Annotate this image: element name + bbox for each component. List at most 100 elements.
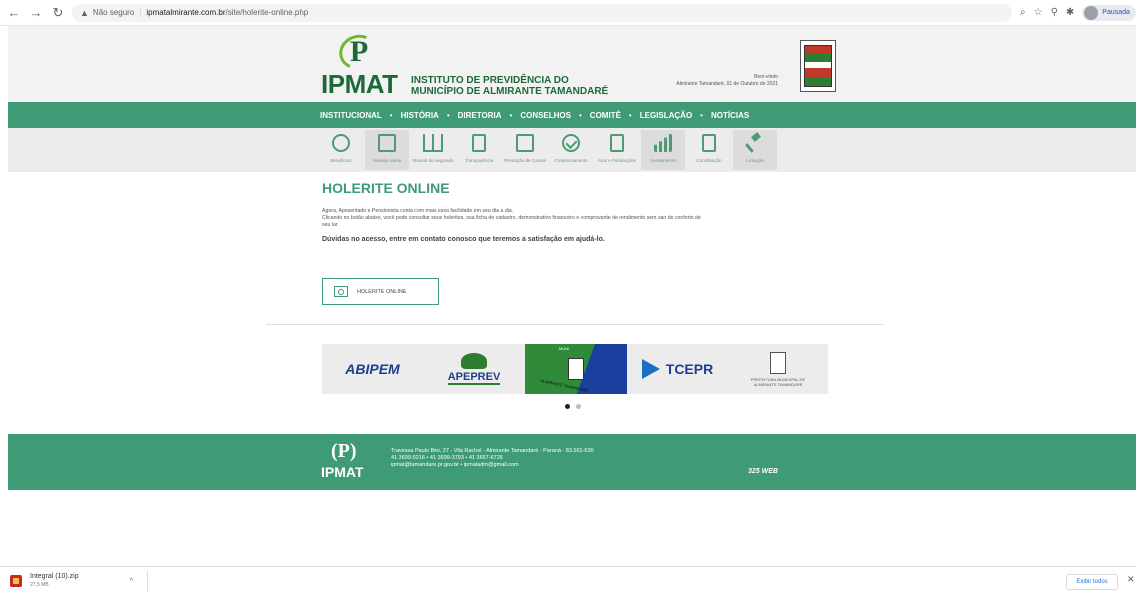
logo-word: IPMAT xyxy=(321,69,398,99)
footer-phones: 41 3699-5216 • 41 3699-3793 • 41 3657-67… xyxy=(391,455,503,461)
service-holerite-online[interactable]: Holerite online xyxy=(365,130,409,170)
bar-chart-icon xyxy=(654,134,672,152)
check-circle-icon xyxy=(562,134,580,152)
tce-arrow-icon xyxy=(641,359,660,379)
nav-separator: • xyxy=(389,110,393,120)
service-label: Benefícios xyxy=(330,158,352,163)
holerite-online-button[interactable]: HOLERITE ONLINE xyxy=(322,278,439,305)
star-icon[interactable]: ☆ xyxy=(1034,7,1043,18)
service-credenciamento[interactable]: Credenciamento xyxy=(549,130,593,170)
apeprev-logo: APEPREV xyxy=(447,371,501,385)
monitor-icon xyxy=(378,134,396,152)
nav-separator: • xyxy=(628,110,632,120)
nav-item-diretoria[interactable]: DIRETORIA xyxy=(458,111,502,120)
content-divider xyxy=(266,324,884,325)
munic-top-text: MUNI xyxy=(559,346,570,351)
nav-item-conselhos[interactable]: CONSELHOS xyxy=(520,111,571,120)
footer-credit[interactable]: 325 WEB xyxy=(748,468,778,475)
services-iconbar: Benefícios Holerite online Manual do seg… xyxy=(8,128,1136,172)
warning-icon: ▲ xyxy=(80,7,89,18)
intro-line-1: Agora, Aposentado e Pensionista conta co… xyxy=(322,208,514,214)
reload-icon[interactable]: ↻ xyxy=(48,3,68,23)
service-manual-segurado[interactable]: Manual do segurado xyxy=(411,130,455,170)
service-investimento[interactable]: Investimento xyxy=(641,130,685,170)
zip-file-icon xyxy=(10,575,22,587)
url-domain: ipmatalmirante.com.br xyxy=(146,8,226,17)
municipal-crest xyxy=(800,40,836,92)
municipal-crest xyxy=(568,358,584,380)
prefeitura-label: PREFEITURA MUNICIPAL DE ALMIRANTE TAMAND… xyxy=(738,377,818,387)
download-bar: Integral (10).zip 27,5 MB ^ Exibir todos… xyxy=(0,566,1136,594)
nav-item-institucional[interactable]: INSTITUCIONAL xyxy=(320,111,382,120)
service-label: Manual do segurado xyxy=(412,158,454,163)
service-atos-publicacoes[interactable]: Atos e Publicações xyxy=(595,130,639,170)
partner-abipem[interactable]: ABIPEM xyxy=(322,344,423,394)
back-icon[interactable]: ← xyxy=(4,3,24,23)
zoom-icon[interactable]: ⌕ xyxy=(1020,7,1026,18)
service-label: Credenciamento xyxy=(554,158,588,163)
service-licitacao[interactable]: Licitação xyxy=(733,130,777,170)
forward-icon[interactable]: → xyxy=(26,3,46,23)
footer-logo-word: IPMAT xyxy=(321,464,364,480)
prefeitura-line-2: ALMIRANTE TAMANDARÉ xyxy=(753,381,803,387)
ipmat-logo[interactable]: P IPMAT INSTITUTO DE PREVIDÊNCIA DO MUNI… xyxy=(321,29,611,99)
footer-contact: Travessa Paulo Bini, 27 - Vila Rachel - … xyxy=(391,448,594,469)
download-item[interactable]: Integral (10).zip 27,5 MB ^ xyxy=(6,571,148,591)
partner-apeprev[interactable]: APEPREV xyxy=(423,344,525,394)
intro-line-2: Clicando no botão abaixo, você pode cons… xyxy=(322,215,701,221)
service-prestacao-contas[interactable]: Prestação de Contas xyxy=(503,130,547,170)
nav-item-legislacao[interactable]: LEGISLAÇÃO xyxy=(640,111,692,120)
carousel-dot-2[interactable] xyxy=(576,404,581,409)
carousel-dots xyxy=(565,404,581,409)
partner-tcepr[interactable]: TCEPR xyxy=(627,344,728,394)
site-footer: (P) IPMAT Travessa Paulo Bini, 27 - Vila… xyxy=(8,434,1136,490)
partner-prefeitura[interactable]: PREFEITURA MUNICIPAL DE ALMIRANTE TAMAND… xyxy=(728,344,828,394)
footer-logo[interactable]: (P) IPMAT xyxy=(321,440,371,484)
book-icon xyxy=(423,134,443,152)
footer-logo-p: (P) xyxy=(331,440,357,462)
chevron-up-icon[interactable]: ^ xyxy=(130,578,133,585)
crest-shield xyxy=(804,45,832,87)
address-bar[interactable]: ▲ Não seguro | ipmatalmirante.com.br /si… xyxy=(72,3,1012,22)
footer-address: Travessa Paulo Bini, 27 - Vila Rachel - … xyxy=(391,448,594,454)
gavel-icon xyxy=(746,134,764,152)
nav-item-noticias[interactable]: NOTÍCIAS xyxy=(711,111,749,120)
address-separator: | xyxy=(139,8,142,17)
credit-brand: 325 WEB xyxy=(748,468,778,475)
abipem-logo: ABIPEM xyxy=(345,361,400,377)
extensions-icon[interactable]: ✱ xyxy=(1066,7,1074,18)
service-label: Atos e Publicações xyxy=(597,158,637,163)
service-transparencia[interactable]: Transparência xyxy=(457,130,501,170)
welcome-line-1: Bem-vindo xyxy=(754,74,778,80)
holerite-button-label: HOLERITE ONLINE xyxy=(357,288,407,295)
footer-emails: ipmat@tamandare.pr.gov.br • ipmatadm@gma… xyxy=(391,462,519,468)
carousel-dot-1[interactable] xyxy=(565,404,570,409)
money-doc-icon xyxy=(702,134,716,152)
url-path: /site/holerite-online.php xyxy=(225,8,309,17)
service-label: Investimento xyxy=(650,158,676,163)
service-label: Holerite online xyxy=(372,158,402,163)
document-search-icon xyxy=(472,134,486,152)
show-all-button[interactable]: Exibir todos xyxy=(1066,574,1118,590)
monitor-icon xyxy=(334,286,348,297)
service-contribuicao[interactable]: Contribuição xyxy=(687,130,731,170)
search-extension-icon[interactable]: ⚲ xyxy=(1051,7,1058,18)
support-notice: Dúvidas no acesso, entre em contato cono… xyxy=(322,236,605,243)
profile-button[interactable]: Pausada xyxy=(1082,4,1136,21)
nav-separator: • xyxy=(509,110,513,120)
nav-separator: • xyxy=(446,110,450,120)
partner-municipio[interactable]: MUNI ALMIRANTE TAMANDARÉ xyxy=(525,344,627,394)
close-icon[interactable]: ✕ xyxy=(1127,574,1135,585)
service-label: Contribuição xyxy=(696,158,722,163)
logo-line-2: MUNICÍPIO DE ALMIRANTE TAMANDARÉ xyxy=(411,86,609,97)
service-label: Transparência xyxy=(464,158,494,163)
main-content: HOLERITE ONLINE Agora, Aposentado e Pens… xyxy=(322,180,842,305)
intro-paragraph: Agora, Aposentado e Pensionista conta co… xyxy=(322,208,842,229)
main-nav: INSTITUCIONAL • HISTÓRIA • DIRETORIA • C… xyxy=(8,102,1136,128)
partners-carousel: ABIPEM APEPREV MUNI ALMIRANTE TAMANDARÉ … xyxy=(322,344,828,394)
nav-item-historia[interactable]: HISTÓRIA xyxy=(401,111,439,120)
nav-separator: • xyxy=(700,110,703,120)
security-label: Não seguro xyxy=(92,8,135,17)
service-beneficios[interactable]: Benefícios xyxy=(319,130,363,170)
nav-item-comite[interactable]: COMITÊ xyxy=(590,111,621,120)
